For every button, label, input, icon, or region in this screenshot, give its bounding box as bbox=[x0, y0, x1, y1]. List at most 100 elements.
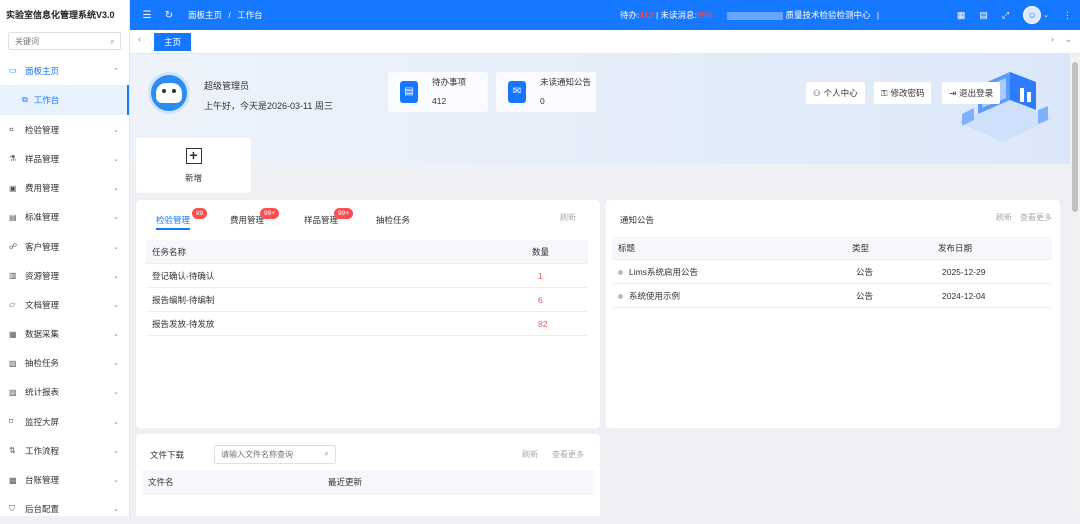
files-card: 文件下载 ⌕ 刷新 查看更多 文件名 最近更新 bbox=[136, 434, 600, 516]
scrollbar-thumb[interactable] bbox=[1072, 62, 1078, 212]
quick-add-card[interactable]: + 新增 bbox=[136, 138, 251, 193]
table-row[interactable]: 登记确认-待确认 1 bbox=[146, 264, 588, 288]
sidebar-item-5[interactable]: ▤ 标准管理 ⌄ bbox=[0, 203, 129, 232]
fullscreen-icon[interactable]: ⤢ bbox=[1002, 10, 1009, 21]
task-icon: ▧ bbox=[9, 358, 17, 368]
search-icon[interactable]: ⌕ bbox=[110, 36, 115, 47]
tab-sampling[interactable]: 抽检任务 bbox=[376, 214, 410, 226]
chevron-left-icon[interactable]: ‹ bbox=[138, 34, 141, 44]
main-content: 超级管理员 上午好，今天是2026-03-11 周三 ▤ 待办事项 412 ✉ … bbox=[130, 54, 1070, 516]
sidebar-item-label: 监控大屏 bbox=[25, 416, 60, 427]
file-search-input[interactable] bbox=[215, 446, 335, 463]
tab-inspection[interactable]: 检验管理 89 bbox=[156, 208, 208, 230]
sidebar-item-10[interactable]: ▧ 抽检任务 ⌄ bbox=[0, 349, 129, 378]
tags-view: ‹ 主页 › ⌄ bbox=[130, 30, 1080, 54]
bar-chart-icon: ▨ bbox=[9, 387, 17, 397]
tab-fees-label: 费用管理 bbox=[230, 215, 265, 225]
scrollbar[interactable] bbox=[1070, 54, 1080, 516]
sidebar-item-label: 文档管理 bbox=[25, 299, 60, 310]
tag-home[interactable]: 主页 bbox=[154, 33, 192, 51]
table-row[interactable]: 报告发放-待发放 82 bbox=[146, 312, 588, 336]
chevron-right-icon[interactable]: › bbox=[1051, 34, 1054, 44]
sidebar-item-15[interactable]: ⛉ 后台配置 ⌄ bbox=[0, 495, 129, 524]
search-icon[interactable]: ⌕ bbox=[325, 449, 329, 459]
bullet-icon bbox=[618, 294, 623, 300]
col-type: 类型 bbox=[852, 243, 870, 253]
sidebar-item-7[interactable]: ▥ 资源管理 ⌄ bbox=[0, 261, 129, 290]
sidebar-item-label: 抽检任务 bbox=[25, 358, 60, 369]
todo-count[interactable]: 412 bbox=[639, 10, 653, 20]
task-count[interactable]: 82 bbox=[538, 312, 547, 336]
sidebar-item-8[interactable]: ▱ 文档管理 ⌄ bbox=[0, 290, 129, 319]
sidebar-item-label: 样品管理 bbox=[25, 153, 60, 164]
chevron-down-icon: ⌄ bbox=[113, 506, 119, 514]
doc-icon[interactable]: ▤ bbox=[979, 10, 988, 21]
sidebar-item-9[interactable]: ▦ 数据采集 ⌄ bbox=[0, 320, 129, 349]
tab-samples[interactable]: 样品管理 99+ bbox=[304, 208, 354, 226]
view-more-link[interactable]: 查看更多 bbox=[1020, 212, 1052, 223]
task-count[interactable]: 1 bbox=[538, 264, 543, 288]
chevron-down-icon: ⌄ bbox=[113, 447, 119, 455]
avatar[interactable]: ☺ bbox=[1023, 6, 1042, 24]
sidebar-item-label: 客户管理 bbox=[25, 241, 60, 252]
sidebar-item-6[interactable]: ☍ 客户管理 ⌄ bbox=[0, 232, 129, 261]
notice-date: 2025-12-29 bbox=[942, 267, 986, 277]
notice-title[interactable]: 系统使用示例 bbox=[618, 284, 680, 308]
files-table: 文件名 最近更新 bbox=[142, 470, 594, 494]
file-search[interactable]: ⌕ bbox=[214, 445, 336, 464]
sidebar-item-14[interactable]: ▩ 台账管理 ⌄ bbox=[0, 465, 129, 494]
tasks-tabs: 检验管理 89 费用管理 99+ 样品管理 99+ 抽检任务 刷新 bbox=[136, 200, 600, 234]
sidebar-item-0[interactable]: ▭ 面板主页 ⌃ bbox=[0, 56, 129, 85]
scan-icon: ⌗ bbox=[9, 124, 14, 134]
chevron-down-icon: ⌄ bbox=[113, 389, 119, 397]
tab-fees[interactable]: 费用管理 99+ bbox=[230, 208, 280, 226]
refresh-link[interactable]: 刷新 bbox=[560, 212, 576, 223]
logout-icon: ⇥ bbox=[949, 88, 957, 98]
badge: 99+ bbox=[260, 208, 280, 219]
change-password-button[interactable]: ⚿ 修改密码 bbox=[874, 82, 932, 104]
sidebar-item-12[interactable]: ⌑ 监控大屏 ⌄ bbox=[0, 407, 129, 436]
todo-label: 待办: bbox=[620, 10, 640, 20]
logout-button[interactable]: ⇥ 退出登录 bbox=[942, 82, 1001, 104]
data-collect-icon: ▦ bbox=[9, 329, 17, 339]
refresh-icon[interactable]: ↻ bbox=[158, 10, 180, 21]
grid-icon[interactable]: ▦ bbox=[957, 10, 966, 21]
menu-toggle-icon[interactable]: ☰ bbox=[136, 10, 158, 21]
sidebar-item-2[interactable]: ⌗ 检验管理 ⌄ bbox=[0, 115, 129, 144]
table-row[interactable]: Lims系统启用公告 公告 2025-12-29 bbox=[612, 260, 1052, 284]
notice-title[interactable]: Lims系统启用公告 bbox=[618, 260, 698, 284]
notice-bar: 待办:412 | 未读消息:950 质量技术检验检测中心 | bbox=[620, 0, 879, 30]
app-title: 实验室信息化管理系统V3.0 bbox=[6, 10, 115, 20]
chevron-down-icon[interactable]: ⌄ bbox=[1064, 34, 1072, 45]
sidebar-item-workbench[interactable]: ⧉ 工作台 bbox=[0, 85, 129, 116]
table-row[interactable]: 系统使用示例 公告 2024-12-04 bbox=[612, 284, 1052, 308]
profile-button[interactable]: ⚇ 个人中心 bbox=[806, 82, 865, 104]
sidebar-item-13[interactable]: ⇅ 工作流程 ⌄ bbox=[0, 436, 129, 465]
sidebar-item-label: 数据采集 bbox=[25, 329, 60, 340]
more-icon[interactable]: ⋮ bbox=[1063, 10, 1072, 21]
col-title: 标题 bbox=[618, 243, 636, 253]
col-date: 发布日期 bbox=[938, 243, 973, 253]
unread-count[interactable]: 950 bbox=[697, 10, 711, 20]
sidebar-item-3[interactable]: ⚗ 样品管理 ⌄ bbox=[0, 144, 129, 173]
task-count[interactable]: 6 bbox=[538, 288, 543, 312]
sidebar-item-label: 工作台 bbox=[33, 95, 60, 106]
plus-icon: + bbox=[185, 148, 202, 164]
sidebar-item-4[interactable]: ▣ 费用管理 ⌄ bbox=[0, 174, 129, 203]
chevron-down-icon: ⌄ bbox=[113, 360, 119, 368]
view-more-link[interactable]: 查看更多 bbox=[552, 449, 584, 460]
col-task-name: 任务名称 bbox=[152, 247, 187, 257]
sidebar-item-11[interactable]: ▨ 统计报表 ⌄ bbox=[0, 378, 129, 407]
tab-samples-label: 样品管理 bbox=[304, 215, 339, 225]
table-row[interactable]: 报告编制-待编制 6 bbox=[146, 288, 588, 312]
stat-notice[interactable]: ✉ 未读通知公告 0 bbox=[496, 72, 596, 112]
chevron-down-icon[interactable]: ⌄ bbox=[1043, 11, 1049, 19]
breadcrumb-home[interactable]: 面板主页 bbox=[188, 10, 222, 20]
refresh-link[interactable]: 刷新 bbox=[996, 212, 1012, 223]
badge: 89 bbox=[192, 208, 208, 219]
sidebar-search[interactable]: ⌕ bbox=[8, 32, 121, 50]
sidebar-search-input[interactable] bbox=[9, 33, 120, 49]
stat-todo[interactable]: ▤ 待办事项 412 bbox=[388, 72, 488, 112]
wallet-icon: ▣ bbox=[9, 183, 17, 193]
refresh-link[interactable]: 刷新 bbox=[522, 449, 538, 460]
